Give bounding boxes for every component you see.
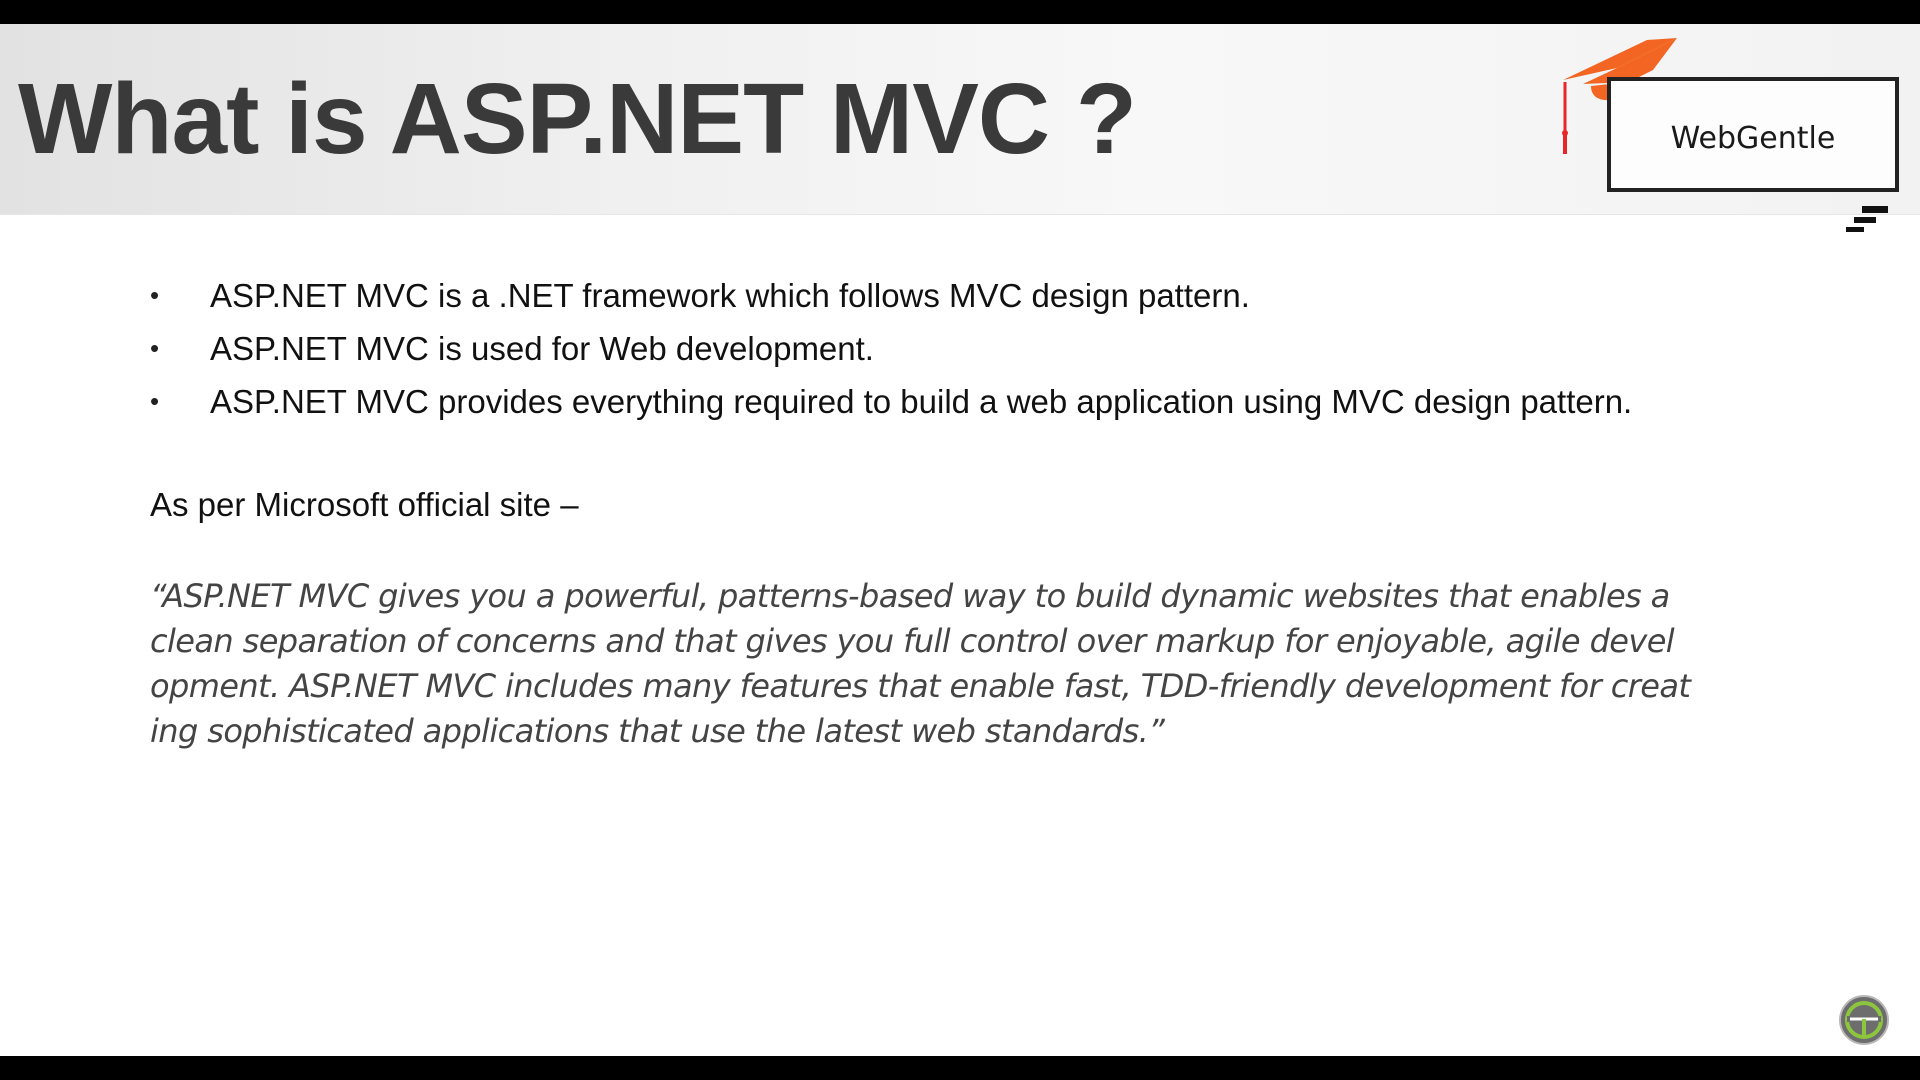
list-item: • ASP.NET MVC provides everything requir… <box>150 375 1870 428</box>
bullet-text: ASP.NET MVC is used for Web development. <box>210 329 874 367</box>
logo-text: WebGentle <box>1670 121 1836 156</box>
logo-frame: WebGentle <box>1607 77 1899 192</box>
quote-line: ing sophisticated applications that use … <box>150 712 1165 750</box>
bullet-text: ASP.NET MVC provides everything required… <box>210 382 1633 420</box>
microsoft-quote: “ASP.NET MVC gives you a powerful, patte… <box>150 574 1850 754</box>
list-item: • ASP.NET MVC is used for Web developmen… <box>150 322 1870 375</box>
bullet-marker: • <box>150 386 160 416</box>
quote-line: “ASP.NET MVC gives you a powerful, patte… <box>150 577 1670 615</box>
bullet-list: • ASP.NET MVC is a .NET framework which … <box>150 269 1870 428</box>
bullet-marker: • <box>150 333 160 363</box>
webgentle-logo: WebGentle <box>1555 34 1905 264</box>
list-item: • ASP.NET MVC is a .NET framework which … <box>150 269 1870 322</box>
source-label: As per Microsoft official site – <box>150 486 579 523</box>
presentation-slide: What is ASP.NET MVC ? WebGentle • ASP.NE… <box>0 24 1920 1056</box>
bullet-marker: • <box>150 280 160 310</box>
video-frame: What is ASP.NET MVC ? WebGentle • ASP.NE… <box>0 0 1920 1080</box>
bullet-text: ASP.NET MVC is a .NET framework which fo… <box>210 276 1250 314</box>
slide-title: What is ASP.NET MVC ? <box>18 63 1137 175</box>
stairs-icon <box>1846 206 1888 232</box>
quote-line: clean separation of concerns and that gi… <box>150 622 1675 660</box>
webgentle-badge-icon <box>1839 995 1889 1045</box>
slide-header: What is ASP.NET MVC ? WebGentle <box>0 24 1920 232</box>
quote-line: opment. ASP.NET MVC includes many featur… <box>150 667 1691 705</box>
